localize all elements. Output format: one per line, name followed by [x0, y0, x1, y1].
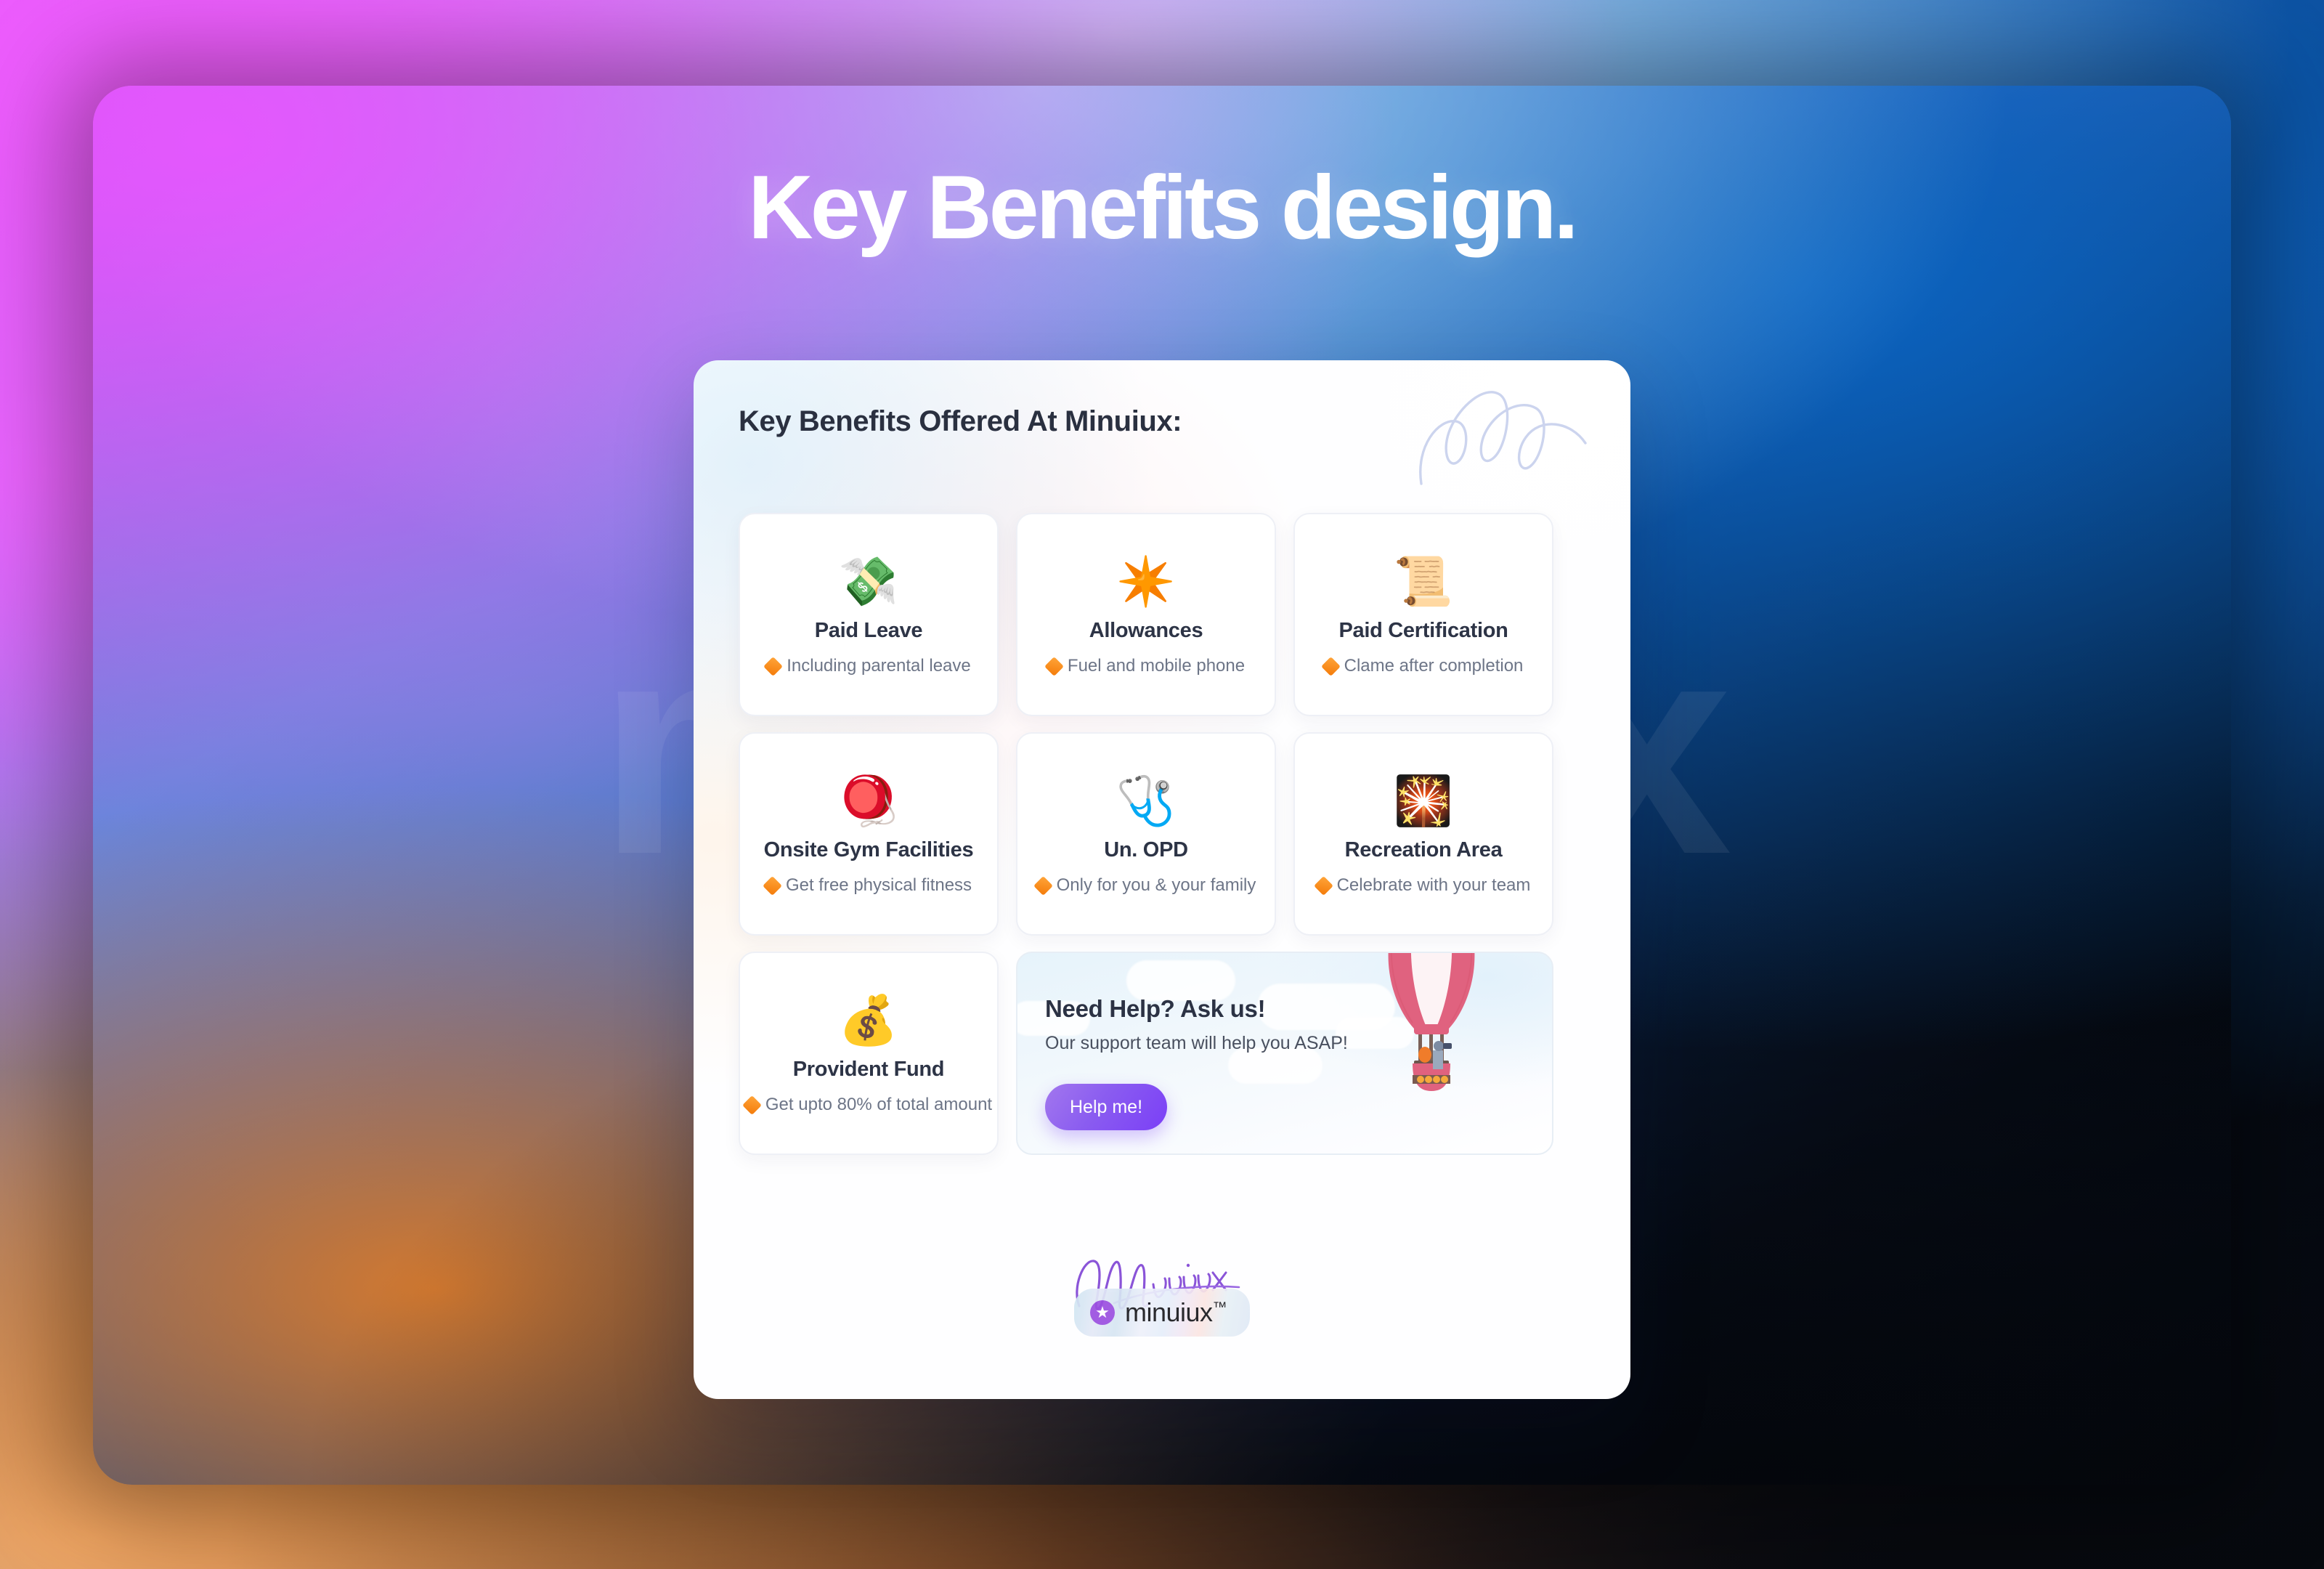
benefit-subtitle: Clame after completion — [1344, 656, 1524, 676]
benefit-subtitle-row: Including parental leave — [763, 656, 971, 676]
minuiux-logo-badge[interactable]: ★ minuiux™ — [1073, 1289, 1251, 1337]
orange-diamond-icon — [1044, 656, 1064, 676]
benefit-title: Paid Certification — [1338, 619, 1508, 642]
screenshot-stage: minuiux Key Benefits design. Key Benefit… — [0, 0, 2324, 1569]
benefit-title: Un. OPD — [1104, 838, 1188, 861]
benefit-card-allowances[interactable]: ✴️ Allowances Fuel and mobile phone — [1016, 513, 1276, 716]
benefit-subtitle: Get upto 80% of total amount — [765, 1095, 993, 1114]
benefit-subtitle: Fuel and mobile phone — [1067, 656, 1246, 676]
benefit-subtitle-row: Get free physical fitness — [763, 875, 972, 896]
help-me-button[interactable]: Help me! — [1045, 1084, 1168, 1130]
money-with-wings-icon: 💸 — [838, 554, 899, 608]
eight-pointed-star-icon: ✴️ — [1116, 554, 1177, 608]
benefit-subtitle-row: Fuel and mobile phone — [1044, 656, 1246, 676]
orange-diamond-icon — [742, 1095, 762, 1115]
card-heading: Key Benefits Offered At Minuiux: — [739, 405, 1182, 437]
benefit-subtitle: Get free physical fitness — [785, 875, 972, 895]
yoyo-icon: 🪀 — [838, 774, 899, 827]
benefit-subtitle-row: Get upto 80% of total amount — [742, 1095, 993, 1115]
scroll-icon: 📜 — [1393, 554, 1454, 608]
benefit-card-onsite-gym-facilities[interactable]: 🪀 Onsite Gym Facilities Get free physica… — [739, 732, 999, 936]
benefit-subtitle: Celebrate with your team — [1336, 875, 1531, 895]
benefit-title: Provident Fund — [792, 1058, 945, 1081]
benefit-title: Paid Leave — [814, 619, 923, 642]
money-bag-icon: 💰 — [838, 993, 899, 1047]
orange-diamond-icon — [763, 875, 782, 896]
orange-diamond-icon — [1033, 875, 1053, 896]
stethoscope-icon: 🩺 — [1116, 774, 1177, 827]
orange-diamond-icon — [763, 656, 784, 676]
logo-label: minuiux™ — [1124, 1297, 1227, 1327]
benefit-card-provident-fund[interactable]: 💰 Provident Fund Get upto 80% of total a… — [739, 952, 999, 1155]
benefit-subtitle: Only for you & your family — [1056, 875, 1256, 895]
benefit-title: Allowances — [1089, 619, 1203, 642]
hot-air-balloon-icon — [1388, 953, 1475, 1091]
page-title: Key Benefits design. — [748, 158, 1579, 258]
benefit-title: Onsite Gym Facilities — [763, 838, 974, 861]
benefit-card-paid-leave[interactable]: 💸 Paid Leave Including parental leave — [739, 513, 999, 716]
benefit-card-un-opd[interactable]: 🩺 Un. OPD Only for you & your family — [1016, 732, 1276, 936]
footer-branding: ★ minuiux™ — [694, 1246, 1630, 1337]
help-banner: Need Help? Ask us! Our support team will… — [1016, 952, 1553, 1155]
trademark-symbol: ™ — [1212, 1300, 1227, 1315]
benefit-title: Recreation Area — [1344, 838, 1503, 861]
benefit-subtitle-row: Celebrate with your team — [1313, 875, 1531, 896]
orange-diamond-icon — [1320, 656, 1341, 676]
orange-diamond-icon — [1313, 875, 1333, 896]
help-banner-title: Need Help? Ask us! — [1045, 995, 1266, 1022]
key-benefits-card: Key Benefits Offered At Minuiux: 💸 Paid … — [694, 360, 1630, 1399]
benefit-subtitle-row: Clame after completion — [1320, 656, 1524, 676]
benefit-card-recreation-area[interactable]: 🎇 Recreation Area Celebrate with your te… — [1293, 732, 1553, 936]
benefits-grid: 💸 Paid Leave Including parental leave ✴️… — [739, 513, 1585, 1155]
benefit-card-paid-certification[interactable]: 📜 Paid Certification Clame after complet… — [1293, 513, 1553, 716]
benefit-subtitle-row: Only for you & your family — [1033, 875, 1256, 896]
help-banner-subtitle: Our support team will help you ASAP! — [1045, 1033, 1348, 1053]
star-icon: ★ — [1089, 1300, 1115, 1325]
benefit-subtitle: Including parental leave — [787, 656, 971, 676]
scribble-loops-doodle-icon — [1419, 391, 1587, 485]
firework-sparkler-icon: 🎇 — [1393, 774, 1454, 827]
